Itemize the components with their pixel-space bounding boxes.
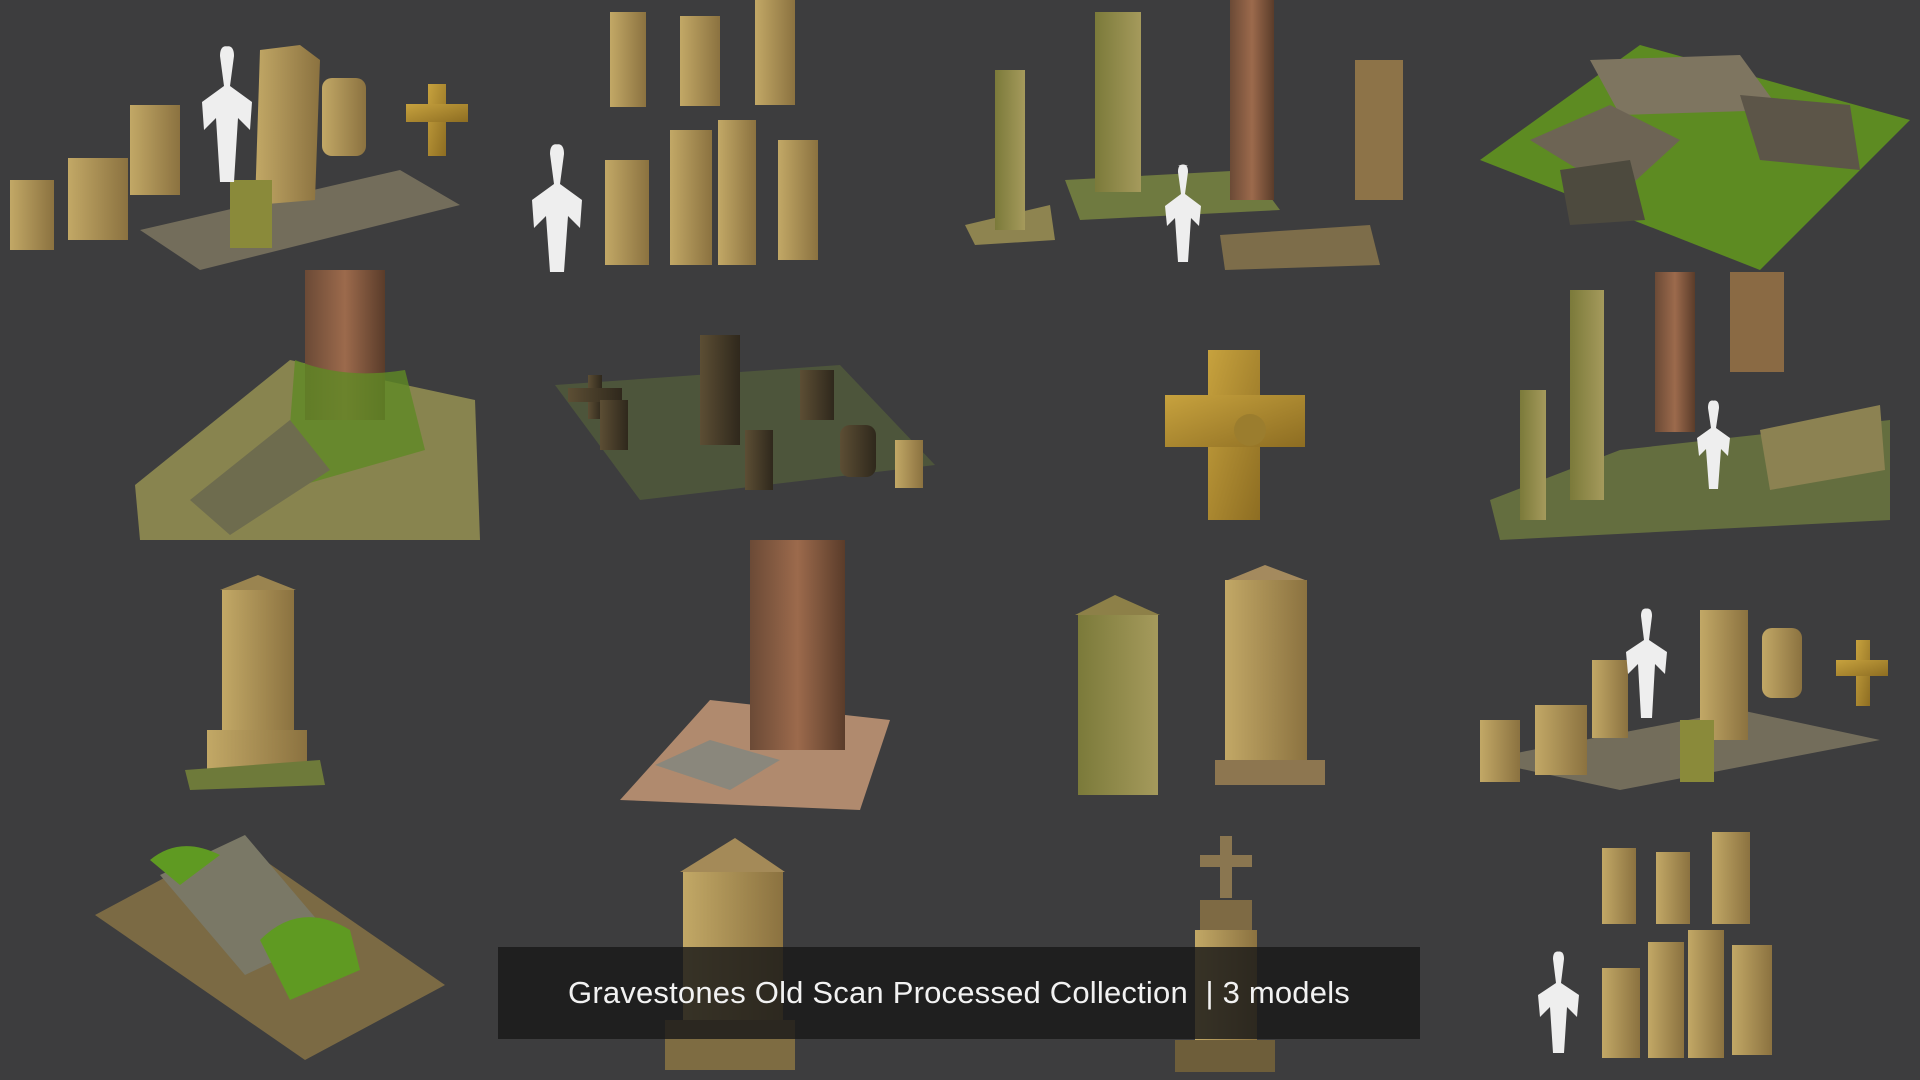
mossy-slab-grave <box>1480 45 1910 270</box>
gravestone-pairs-small <box>1538 832 1772 1058</box>
caption-bar: Gravestones Old Scan Processed Collectio… <box>498 947 1420 1039</box>
caption-separator: | <box>1187 975 1223 1010</box>
model-count: 3 models <box>1222 975 1350 1010</box>
tree-trunk-with-slab <box>620 540 890 810</box>
trees-with-human-scale <box>1490 272 1890 540</box>
cemetery-group-dark <box>555 335 935 500</box>
product-render-collage <box>10 0 1910 1072</box>
tree-base-with-slab <box>135 270 480 540</box>
mossy-tomb-slab <box>95 835 445 1060</box>
stone-cross <box>1165 350 1305 520</box>
collection-title: Gravestones Old Scan Processed Collectio… <box>568 975 1188 1010</box>
two-obelisks <box>1075 565 1325 795</box>
tree-stumps-and-tomb <box>965 0 1403 270</box>
gravestone-lineup-small <box>1480 608 1888 790</box>
obelisk-gravestone <box>185 575 325 790</box>
gravestone-pairs-with-human-scale <box>532 0 818 272</box>
gravestone-lineup-with-human-scale <box>10 45 468 270</box>
render-canvas: Gravestones Old Scan Processed Collectio… <box>0 0 1920 1080</box>
